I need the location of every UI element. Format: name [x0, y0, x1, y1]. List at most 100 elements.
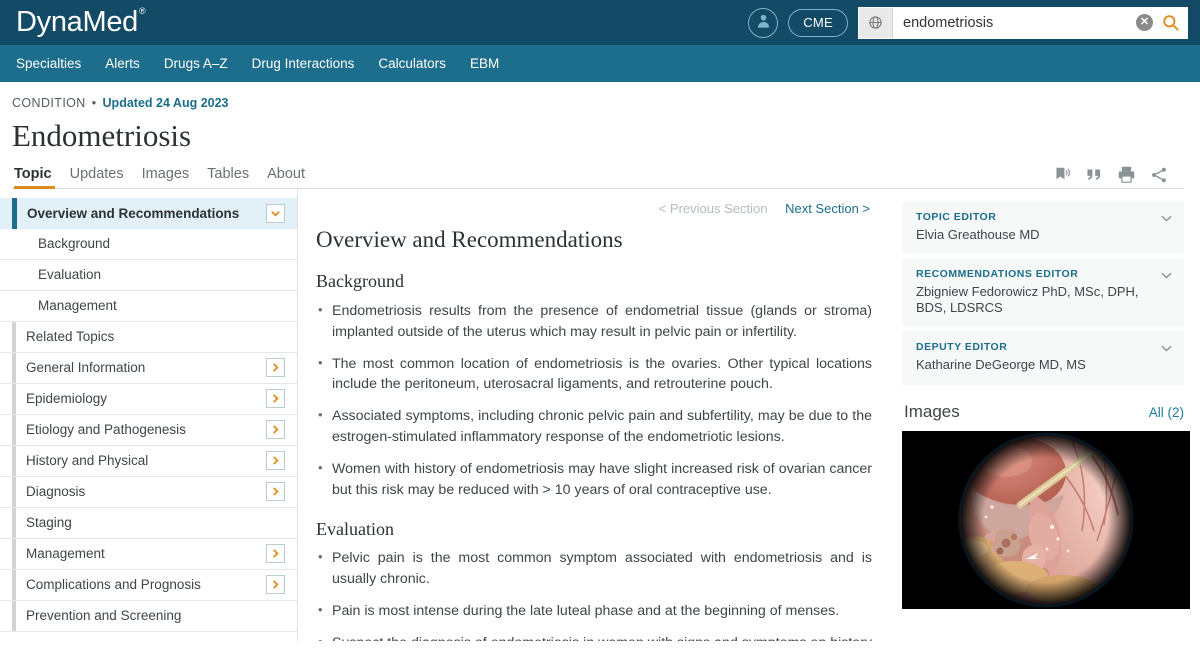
subsection-heading-evaluation: Evaluation — [316, 518, 394, 539]
nav-item-alerts[interactable]: Alerts — [93, 45, 152, 82]
toc-bar — [12, 507, 16, 538]
inline-link[interactable]: Endometriosis — [332, 303, 422, 319]
brand-registered-mark: ® — [139, 6, 146, 17]
next-section-link[interactable]: Next Section > — [785, 201, 870, 216]
top-header: DynaMed® CME ✕ — [0, 0, 1200, 45]
table-of-contents-sidebar[interactable]: Overview and Recommendations Background … — [0, 188, 298, 641]
list-item: Pain is most intense during the late lut… — [316, 600, 872, 622]
chevron-down-icon[interactable] — [1161, 269, 1172, 281]
breadcrumb-updated-date[interactable]: Updated 24 Aug 2023 — [103, 96, 229, 110]
evaluation-bullet-list: Pelvic pain is the most common symptom a… — [316, 547, 872, 640]
tab-tables[interactable]: Tables — [198, 167, 258, 188]
toc-bar — [12, 569, 16, 600]
toc-item-etiology-and-pathogenesis[interactable]: Etiology and Pathogenesis — [0, 414, 297, 446]
toc-item-diagnosis[interactable]: Diagnosis — [0, 476, 297, 508]
toc-item-complications-and-prognosis[interactable]: Complications and Prognosis — [0, 569, 297, 601]
tab-images[interactable]: Images — [133, 167, 199, 188]
list-item: Pelvic pain is the most common symptom a… — [316, 547, 872, 590]
toc-item-epidemiology[interactable]: Epidemiology — [0, 383, 297, 415]
inline-link[interactable]: location of endometriosis — [461, 356, 623, 372]
chevron-down-icon[interactable] — [1161, 342, 1172, 354]
brand-logo[interactable]: DynaMed® — [16, 6, 146, 38]
toc-item-related-topics[interactable]: Related Topics — [0, 321, 297, 353]
inline-link[interactable]: Pain is most intense — [332, 603, 459, 619]
chevron-right-icon[interactable] — [266, 451, 285, 471]
section-navigation: < Previous Section Next Section > — [316, 201, 872, 216]
toc-bar — [12, 414, 16, 445]
section-heading: Overview and Recommendations — [316, 226, 623, 252]
editor-card-topic-editor[interactable]: TOPIC EDITOR Elvia Greathouse MD — [902, 200, 1184, 255]
toc-bar — [12, 600, 16, 631]
tab-topic[interactable]: Topic — [12, 167, 61, 189]
toc-bar — [12, 445, 16, 476]
chevron-right-icon[interactable] — [266, 389, 285, 409]
brand-name: DynaMed — [16, 6, 139, 38]
toc-item-history-and-physical[interactable]: History and Physical — [0, 445, 297, 477]
inline-link[interactable]: Pelvic pain — [332, 550, 405, 566]
laparoscopic-view-endometriosis-image — [902, 430, 1190, 609]
editor-card-deputy-editor[interactable]: DEPUTY EDITOR Katharine DeGeorge MD, MS — [902, 331, 1184, 386]
toc-item-background[interactable]: Background — [0, 229, 297, 260]
page-title: Endometriosis — [12, 118, 192, 153]
topic-toolbar — [1054, 166, 1168, 188]
inline-text: Women with history of endometriosis may … — [332, 461, 779, 478]
toc-bar — [12, 352, 16, 383]
toc-item-label: History and Physical — [26, 453, 149, 469]
chevron-right-icon[interactable] — [266, 544, 285, 564]
listen-icon[interactable] — [1054, 167, 1072, 183]
background-bullet-list: Endometriosis results from the presence … — [316, 300, 872, 501]
nav-item-calculators[interactable]: Calculators — [366, 45, 458, 82]
share-icon[interactable] — [1150, 166, 1168, 184]
globe-icon[interactable] — [859, 7, 893, 38]
chevron-right-icon[interactable] — [266, 358, 285, 378]
list-item: Women with history of endometriosis may … — [316, 458, 872, 501]
toc-item-overview-and-recommendations[interactable]: Overview and Recommendations — [0, 197, 297, 229]
topic-tabs: Topic Updates Images Tables About — [12, 166, 1184, 189]
images-all-link[interactable]: All (2) — [1149, 405, 1184, 420]
image-thumbnail[interactable] — [902, 430, 1190, 609]
search-input[interactable] — [893, 7, 1136, 38]
tab-about[interactable]: About — [258, 167, 314, 188]
nav-item-drug-interactions[interactable]: Drug Interactions — [240, 45, 367, 82]
editor-role-label: RECOMMENDATIONS EDITOR — [916, 267, 1079, 280]
search-magnifier-icon[interactable] — [1153, 8, 1187, 38]
breadcrumb-type: CONDITION — [12, 96, 86, 110]
toc-item-management-sub[interactable]: Management — [0, 291, 297, 322]
clear-x-icon[interactable]: ✕ — [1136, 14, 1153, 31]
print-icon[interactable] — [1117, 166, 1136, 183]
user-avatar-button[interactable] — [748, 7, 779, 38]
chevron-down-icon[interactable] — [1161, 212, 1172, 224]
nav-item-specialties[interactable]: Specialties — [16, 45, 93, 82]
images-title: Images — [904, 401, 960, 421]
user-avatar-icon — [755, 12, 772, 34]
toc-item-management[interactable]: Management — [0, 538, 297, 570]
chevron-right-icon[interactable] — [266, 575, 285, 595]
chevron-down-icon[interactable] — [266, 203, 285, 223]
editor-card-recommendations-editor[interactable]: RECOMMENDATIONS EDITOR Zbigniew Fedorowi… — [902, 257, 1184, 329]
editor-name: Zbigniew Fedorowicz PhD, MSc, DPH, BDS, … — [916, 283, 1139, 316]
nav-item-ebm[interactable]: EBM — [458, 45, 511, 82]
toc-bar — [12, 321, 16, 352]
toc-item-staging[interactable]: Staging — [0, 507, 297, 539]
toc-item-label: Background — [38, 236, 111, 252]
toc-item-label: Management — [26, 546, 105, 562]
toc-item-prevention-and-screening[interactable]: Prevention and Screening — [0, 600, 297, 632]
toc-item-evaluation[interactable]: Evaluation — [0, 260, 297, 291]
tab-updates[interactable]: Updates — [61, 167, 133, 188]
nav-item-drugs-az[interactable]: Drugs A–Z — [152, 45, 240, 82]
toc-item-general-information[interactable]: General Information — [0, 352, 297, 384]
header-actions: CME ✕ — [748, 6, 1188, 39]
inline-text: The most common — [332, 355, 461, 372]
inline-link[interactable]: ovarian cancer — [779, 461, 872, 477]
chevron-right-icon[interactable] — [266, 420, 285, 440]
editor-role-label: TOPIC EDITOR — [916, 210, 997, 223]
previous-section-link: < Previous Section — [658, 200, 768, 216]
cme-button[interactable]: CME — [788, 8, 848, 37]
cite-quote-icon[interactable] — [1086, 167, 1103, 182]
chevron-right-icon[interactable] — [266, 482, 285, 502]
main-navigation: Specialties Alerts Drugs A–Z Drug Intera… — [0, 45, 1200, 82]
inline-link[interactable]: Associated symptoms — [332, 408, 470, 424]
toc-bar — [12, 383, 16, 414]
page-header: CONDITION • Updated 24 Aug 2023 Endometr… — [0, 82, 1200, 189]
editor-role-label: DEPUTY EDITOR — [916, 341, 1008, 354]
